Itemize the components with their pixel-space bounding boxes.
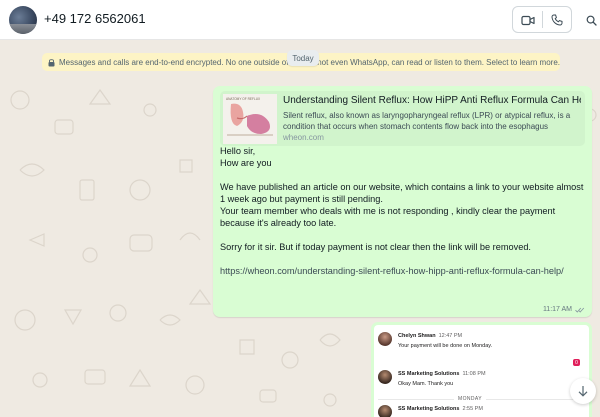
screenshot-time: 11:08 PM — [462, 371, 486, 377]
message-line: We have published an article on our webs… — [220, 182, 584, 204]
screenshot-time: 12:47 PM — [438, 333, 463, 339]
contact-name[interactable]: +49 172 6562061 — [44, 11, 146, 26]
double-check-icon — [575, 307, 585, 313]
screenshot-text: Your payment will be done on Monday. — [398, 343, 493, 349]
screenshot-avatar — [378, 370, 392, 384]
call-group-divider — [542, 11, 543, 28]
video-call-icon — [521, 15, 535, 25]
day-divider-label: MONDAY — [454, 396, 486, 402]
screenshot-time: 2:55 PM — [462, 406, 483, 412]
screenshot-sender-name: SS Marketing Solutions — [398, 406, 460, 412]
link-preview-description: Silent reflux, also known as laryngophar… — [283, 111, 571, 131]
message-line: How are you — [220, 158, 272, 168]
screenshot-avatar — [378, 405, 392, 417]
screenshot-text: Okay Mam. Thank you — [398, 381, 454, 387]
voice-call-button[interactable] — [548, 11, 566, 29]
arrow-down-icon — [578, 386, 588, 397]
message-link[interactable]: https://wheon.com/understanding-silent-r… — [220, 265, 588, 277]
voice-call-icon — [551, 14, 563, 26]
call-button-group — [512, 6, 572, 33]
date-chip: Today — [287, 50, 319, 66]
chat-screenshot-image[interactable]: Chelyn Shwan 12:47 PM Your payment will b… — [374, 325, 589, 417]
notice-text-right: not even WhatsApp, can read or listen to… — [317, 57, 560, 67]
message-line: Your team member who deals with me is no… — [220, 206, 556, 228]
link-preview-title: Understanding Silent Reflux: How HiPP An… — [283, 95, 581, 106]
screenshot-sender-name: Chelyn Shwan — [398, 333, 436, 339]
link-preview-domain: wheon.com — [283, 133, 324, 142]
image-message[interactable]: Chelyn Shwan 12:47 PM Your payment will b… — [371, 322, 592, 417]
message-line: Sorry for it sir. But if today payment i… — [220, 242, 531, 252]
outgoing-message[interactable]: ANATOMY OF REFLUX Understanding Silent R… — [213, 86, 592, 317]
screenshot-sender: SS Marketing Solutions 2:55 PM — [398, 406, 483, 412]
contact-avatar[interactable] — [9, 6, 37, 34]
screenshot-sender-name: SS Marketing Solutions — [398, 371, 460, 377]
search-button[interactable] — [582, 11, 600, 29]
unread-badge: 0 — [573, 359, 580, 366]
link-preview[interactable]: ANATOMY OF REFLUX Understanding Silent R… — [220, 91, 585, 146]
message-line: Hello sir, — [220, 146, 256, 156]
notice-text-left: Messages and calls are end-to-end encryp… — [59, 57, 289, 67]
scroll-to-bottom-button[interactable] — [570, 378, 596, 404]
video-call-button[interactable] — [519, 11, 537, 29]
lock-icon — [48, 58, 55, 67]
message-time: 11:17 AM — [542, 306, 572, 313]
message-text: Hello sir, How are you We have published… — [220, 145, 588, 277]
svg-text:ANATOMY OF REFLUX: ANATOMY OF REFLUX — [226, 97, 261, 101]
search-icon — [586, 15, 597, 26]
link-preview-thumbnail: ANATOMY OF REFLUX — [223, 94, 277, 144]
screenshot-avatar — [378, 332, 392, 346]
chat-header: +49 172 6562061 — [0, 0, 600, 40]
message-meta: 11:17 AM — [543, 306, 585, 313]
screenshot-sender: SS Marketing Solutions 11:08 PM — [398, 371, 486, 377]
screenshot-sender: Chelyn Shwan 12:47 PM — [398, 333, 462, 339]
